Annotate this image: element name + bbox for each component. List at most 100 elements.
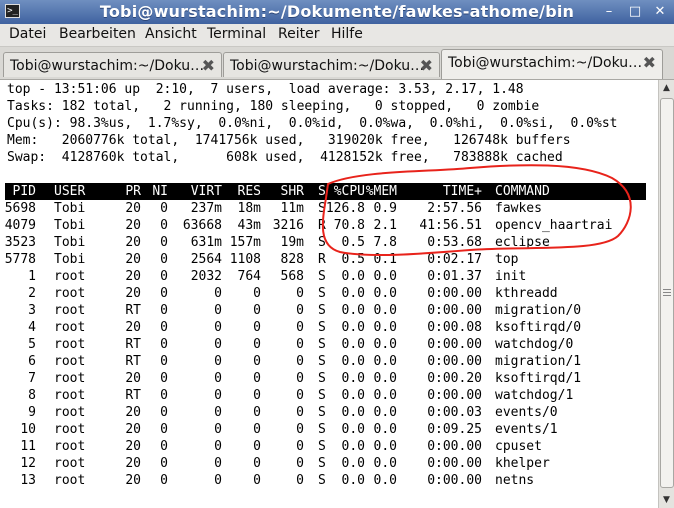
cell-mem: 0.0 bbox=[373, 422, 397, 437]
cell-pid: 4079 bbox=[4, 218, 36, 233]
cell-pr: 20 bbox=[125, 201, 141, 216]
cell-command: kthreadd bbox=[495, 286, 558, 301]
cell-cpu: 0.0 bbox=[341, 303, 365, 318]
cell-mem: 0.0 bbox=[373, 439, 397, 454]
cell-mem: 7.8 bbox=[373, 235, 397, 250]
cell-shr: 11m bbox=[280, 201, 304, 216]
terminal-scrollbar[interactable]: ▲ ▼ bbox=[658, 80, 674, 508]
cell-time: 0:00.20 bbox=[427, 371, 482, 386]
process-row: 12 root 20 0 0 0 0 S 0.0 0.0 0:00.00 khelper bbox=[5, 455, 646, 472]
cell-mem: 0.0 bbox=[373, 405, 397, 420]
cell-cpu: 126.8 bbox=[325, 201, 365, 216]
cell-ni: 0 bbox=[160, 252, 168, 267]
menu-hilfe[interactable]: Hilfe bbox=[331, 26, 363, 42]
cell-shr: 19m bbox=[280, 235, 304, 250]
cell-time: 0:00.00 bbox=[427, 337, 482, 352]
minimize-button[interactable]: – bbox=[600, 3, 618, 21]
cell-shr: 0 bbox=[296, 354, 304, 369]
cell-pid: 5778 bbox=[4, 252, 36, 267]
header-state: S bbox=[318, 184, 326, 199]
cell-ni: 0 bbox=[160, 354, 168, 369]
process-row: 11 root 20 0 0 0 0 S 0.0 0.0 0:00.00 cpuset bbox=[5, 438, 646, 455]
cell-time: 0:09.25 bbox=[427, 422, 482, 437]
header-command: COMMAND bbox=[495, 184, 550, 199]
cell-virt: 0 bbox=[214, 456, 222, 471]
cell-pr: RT bbox=[125, 337, 141, 352]
cell-state: R bbox=[318, 218, 326, 233]
tab-label: Tobi@wurstachim:~/Doku… bbox=[448, 55, 643, 71]
cell-pid: 9 bbox=[28, 405, 36, 420]
cell-shr: 0 bbox=[296, 473, 304, 488]
cell-pr: 20 bbox=[125, 405, 141, 420]
cell-state: S bbox=[318, 439, 326, 454]
tab-3-active[interactable]: Tobi@wurstachim:~/Doku… ✖ bbox=[441, 49, 663, 79]
cell-user: root bbox=[54, 456, 86, 471]
process-row: 3 root RT 0 0 0 0 S 0.0 0.0 0:00.00 migration/0 bbox=[5, 302, 646, 319]
cell-ni: 0 bbox=[160, 439, 168, 454]
cell-pr: 20 bbox=[125, 218, 141, 233]
menu-datei[interactable]: Datei bbox=[9, 26, 46, 42]
cell-mem: 2.1 bbox=[373, 218, 397, 233]
cell-shr: 828 bbox=[280, 252, 304, 267]
menu-bearbeiten[interactable]: Bearbeiten bbox=[59, 26, 136, 42]
top-uptime-line: top - 13:51:06 up 2:10, 7 users, load av… bbox=[7, 82, 524, 97]
tasks-line: Tasks: 182 total, 2 running, 180 sleepin… bbox=[7, 99, 540, 114]
cell-pid: 2 bbox=[28, 286, 36, 301]
cell-shr: 0 bbox=[296, 422, 304, 437]
cell-res: 43m bbox=[237, 218, 261, 233]
menu-reiter[interactable]: Reiter bbox=[278, 26, 319, 42]
tab-1[interactable]: Tobi@wurstachim:~/Doku… ✖ bbox=[3, 52, 222, 77]
window-titlebar[interactable]: >_ Tobi@wurstachim:~/Dokumente/fawkes-at… bbox=[0, 0, 674, 24]
close-tab-icon[interactable]: ✖ bbox=[643, 53, 656, 72]
cell-state: S bbox=[318, 354, 326, 369]
process-row: 6 root RT 0 0 0 0 S 0.0 0.0 0:00.00 migration/1 bbox=[5, 353, 646, 370]
cell-ni: 0 bbox=[160, 405, 168, 420]
cell-pr: RT bbox=[125, 303, 141, 318]
cell-res: 157m bbox=[229, 235, 261, 250]
cell-pid: 3523 bbox=[4, 235, 36, 250]
cell-pr: 20 bbox=[125, 252, 141, 267]
cell-pid: 5 bbox=[28, 337, 36, 352]
cell-virt: 0 bbox=[214, 388, 222, 403]
cell-command: cpuset bbox=[495, 439, 542, 454]
cell-pr: 20 bbox=[125, 422, 141, 437]
header-user: USER bbox=[54, 184, 86, 199]
terminal-output[interactable]: top - 13:51:06 up 2:10, 7 users, load av… bbox=[5, 80, 658, 508]
close-tab-icon[interactable]: ✖ bbox=[420, 56, 433, 75]
cell-command: opencv_haartrai bbox=[495, 218, 613, 233]
cell-state: S bbox=[318, 337, 326, 352]
close-tab-icon[interactable]: ✖ bbox=[202, 56, 215, 75]
tab-2[interactable]: Tobi@wurstachim:~/Doku… ✖ bbox=[223, 52, 440, 77]
cell-res: 0 bbox=[253, 473, 261, 488]
scroll-down-arrow-icon[interactable]: ▼ bbox=[659, 492, 674, 508]
cell-command: watchdog/0 bbox=[495, 337, 574, 352]
cell-state: S bbox=[318, 405, 326, 420]
cell-time: 0:00.08 bbox=[427, 320, 482, 335]
tab-label: Tobi@wurstachim:~/Doku… bbox=[10, 58, 205, 74]
scroll-up-arrow-icon[interactable]: ▲ bbox=[659, 80, 674, 96]
close-window-button[interactable]: ✕ bbox=[651, 3, 669, 21]
cell-time: 0:00.00 bbox=[427, 388, 482, 403]
menu-bar: Datei Bearbeiten Ansicht Terminal Reiter… bbox=[0, 24, 674, 47]
menu-terminal[interactable]: Terminal bbox=[207, 26, 266, 42]
scrollbar-thumb[interactable] bbox=[660, 98, 674, 488]
cell-pid: 7 bbox=[28, 371, 36, 386]
process-row: 13 root 20 0 0 0 0 S 0.0 0.0 0:00.00 netns bbox=[5, 472, 646, 489]
menu-ansicht[interactable]: Ansicht bbox=[145, 26, 197, 42]
maximize-button[interactable]: □ bbox=[626, 3, 644, 21]
cell-res: 0 bbox=[253, 337, 261, 352]
cell-ni: 0 bbox=[160, 269, 168, 284]
cell-pr: RT bbox=[125, 388, 141, 403]
process-row: 4079 Tobi 20 0 63668 43m 3216 R 70.8 2.1 41:56.51 o… bbox=[5, 217, 646, 234]
cell-time: 0:02.17 bbox=[427, 252, 482, 267]
cell-command: ksoftirqd/1 bbox=[495, 371, 582, 386]
cell-ni: 0 bbox=[160, 201, 168, 216]
cell-virt: 631m bbox=[190, 235, 222, 250]
cell-command: migration/0 bbox=[495, 303, 582, 318]
cell-cpu: 0.0 bbox=[341, 405, 365, 420]
cell-pr: 20 bbox=[125, 439, 141, 454]
cell-mem: 0.0 bbox=[373, 456, 397, 471]
cell-ni: 0 bbox=[160, 456, 168, 471]
cell-pid: 3 bbox=[28, 303, 36, 318]
cell-time: 2:57.56 bbox=[427, 201, 482, 216]
